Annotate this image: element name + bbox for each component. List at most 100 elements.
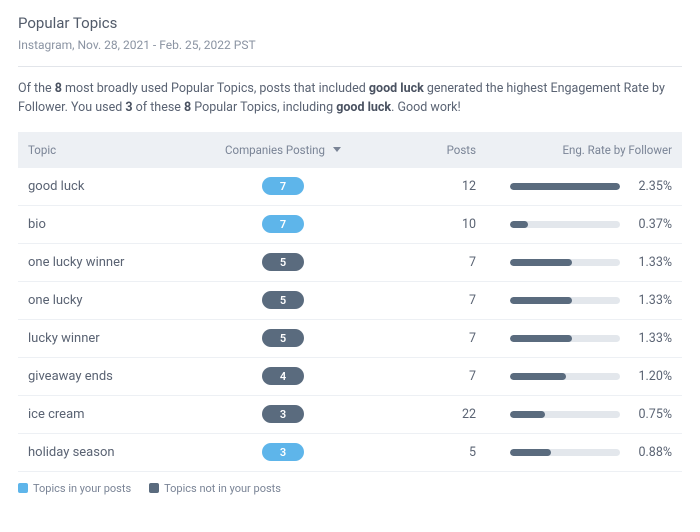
engagement-bar-fill: [510, 259, 572, 266]
topic-cell: holiday season: [18, 445, 208, 460]
summary-segment: Of the: [18, 81, 55, 96]
table-body: good luck 7 12 2.35% bio 7 100.37% one lucky wi…: [18, 168, 682, 472]
posts-cell: 7: [358, 331, 488, 346]
table-row[interactable]: lucky winner 5 7 1.33%: [18, 320, 682, 358]
table-row[interactable]: giveaway ends 4 7 1.20%: [18, 358, 682, 396]
posts-cell: 7: [358, 369, 488, 384]
legend-label: Topics not in your posts: [164, 482, 281, 495]
summary-segment: . Good work!: [391, 100, 461, 115]
summary-segment: of these: [133, 100, 184, 115]
companies-pill: 5: [262, 253, 304, 271]
posts-cell: 10: [358, 217, 488, 232]
table-row[interactable]: one lucky winner 5 7 1.33%: [18, 244, 682, 282]
posts-cell: 7: [358, 293, 488, 308]
engagement-bar-fill: [510, 297, 572, 304]
page-title: Popular Topics: [18, 14, 682, 32]
sort-desc-icon: [333, 147, 341, 152]
table-row[interactable]: ice cream 3 22 0.75%: [18, 396, 682, 434]
companies-cell: 7: [208, 215, 358, 233]
summary-segment: Popular Topics, including: [191, 100, 336, 115]
companies-pill: 3: [262, 405, 304, 423]
engagement-value: 1.20%: [630, 369, 672, 384]
posts-cell: 7: [358, 255, 488, 270]
column-header-topic[interactable]: Topic: [18, 143, 208, 157]
engagement-bar-fill: [510, 221, 528, 228]
legend-swatch-blue-icon: [18, 483, 28, 493]
legend-swatch-gray-icon: [149, 483, 159, 493]
companies-pill: 3: [262, 443, 304, 461]
companies-pill: 5: [262, 291, 304, 309]
engagement-bar-track: [510, 411, 620, 418]
topic-cell: giveaway ends: [18, 369, 208, 384]
summary-used: 3: [125, 100, 132, 115]
engagement-value: 1.33%: [630, 293, 672, 308]
companies-cell: 3: [208, 405, 358, 423]
summary-total: 8: [55, 81, 62, 96]
posts-cell: 22: [358, 407, 488, 422]
companies-cell: 3: [208, 443, 358, 461]
table-header: Topic Companies Posting Posts Eng. Rate …: [18, 132, 682, 168]
engagement-cell: 1.33%: [488, 331, 682, 346]
engagement-bar-track: [510, 335, 620, 342]
legend-in-posts: Topics in your posts: [18, 482, 131, 495]
companies-pill: 5: [262, 329, 304, 347]
engagement-value: 0.88%: [630, 445, 672, 460]
divider: [18, 66, 682, 67]
summary-text: Of the 8 most broadly used Popular Topic…: [18, 79, 682, 118]
topic-cell: bio: [18, 217, 208, 232]
column-header-posts[interactable]: Posts: [358, 143, 488, 157]
companies-cell: 5: [208, 291, 358, 309]
table-row[interactable]: one lucky 5 7 1.33%: [18, 282, 682, 320]
engagement-bar-fill: [510, 449, 551, 456]
legend: Topics in your posts Topics not in your …: [18, 482, 682, 495]
topic-cell: lucky winner: [18, 331, 208, 346]
engagement-bar-track: [510, 183, 620, 190]
engagement-cell: 1.20%: [488, 369, 682, 384]
summary-segment: most broadly used Popular Topics, posts …: [62, 81, 369, 96]
companies-pill: 7: [262, 215, 304, 233]
engagement-bar-track: [510, 373, 620, 380]
table-row[interactable]: good luck 7 12 2.35%: [18, 168, 682, 206]
engagement-bar-track: [510, 297, 620, 304]
engagement-value: 2.35%: [630, 179, 672, 194]
companies-cell: 4: [208, 367, 358, 385]
engagement-value: 1.33%: [630, 331, 672, 346]
engagement-bar-track: [510, 221, 620, 228]
engagement-bar-fill: [510, 335, 572, 342]
summary-top-topic2: good luck: [336, 100, 391, 115]
engagement-bar-fill: [510, 373, 566, 380]
companies-cell: 5: [208, 329, 358, 347]
engagement-bar-track: [510, 449, 620, 456]
posts-cell: 5: [358, 445, 488, 460]
engagement-cell: 1.33%: [488, 293, 682, 308]
engagement-cell: 0.75%: [488, 407, 682, 422]
topics-table: Topic Companies Posting Posts Eng. Rate …: [18, 132, 682, 472]
table-row[interactable]: holiday season 3 5 0.88%: [18, 434, 682, 472]
column-header-engagement[interactable]: Eng. Rate by Follower: [488, 143, 682, 157]
engagement-bar-track: [510, 259, 620, 266]
engagement-value: 1.33%: [630, 255, 672, 270]
topic-cell: good luck: [18, 179, 208, 194]
legend-label: Topics in your posts: [33, 482, 131, 495]
column-header-companies[interactable]: Companies Posting: [208, 143, 358, 157]
column-header-label: Companies Posting: [225, 143, 325, 157]
table-row[interactable]: bio 7 100.37%: [18, 206, 682, 244]
engagement-value: 0.75%: [630, 407, 672, 422]
companies-pill: 7: [262, 177, 304, 195]
popular-topics-panel: Popular Topics Instagram, Nov. 28, 2021 …: [0, 0, 700, 505]
summary-top-topic: good luck: [369, 81, 424, 96]
topic-cell: one lucky winner: [18, 255, 208, 270]
posts-cell: 12: [358, 179, 488, 194]
engagement-cell: 0.88%: [488, 445, 682, 460]
engagement-cell: 0.37%: [488, 217, 682, 232]
engagement-cell: 1.33%: [488, 255, 682, 270]
topic-cell: ice cream: [18, 407, 208, 422]
companies-pill: 4: [262, 367, 304, 385]
companies-cell: 7: [208, 177, 358, 195]
engagement-bar-fill: [510, 411, 545, 418]
legend-not-in-posts: Topics not in your posts: [149, 482, 281, 495]
page-subtitle: Instagram, Nov. 28, 2021 - Feb. 25, 2022…: [18, 38, 682, 52]
topic-cell: one lucky: [18, 293, 208, 308]
engagement-cell: 2.35%: [488, 179, 682, 194]
engagement-bar-fill: [510, 183, 620, 190]
